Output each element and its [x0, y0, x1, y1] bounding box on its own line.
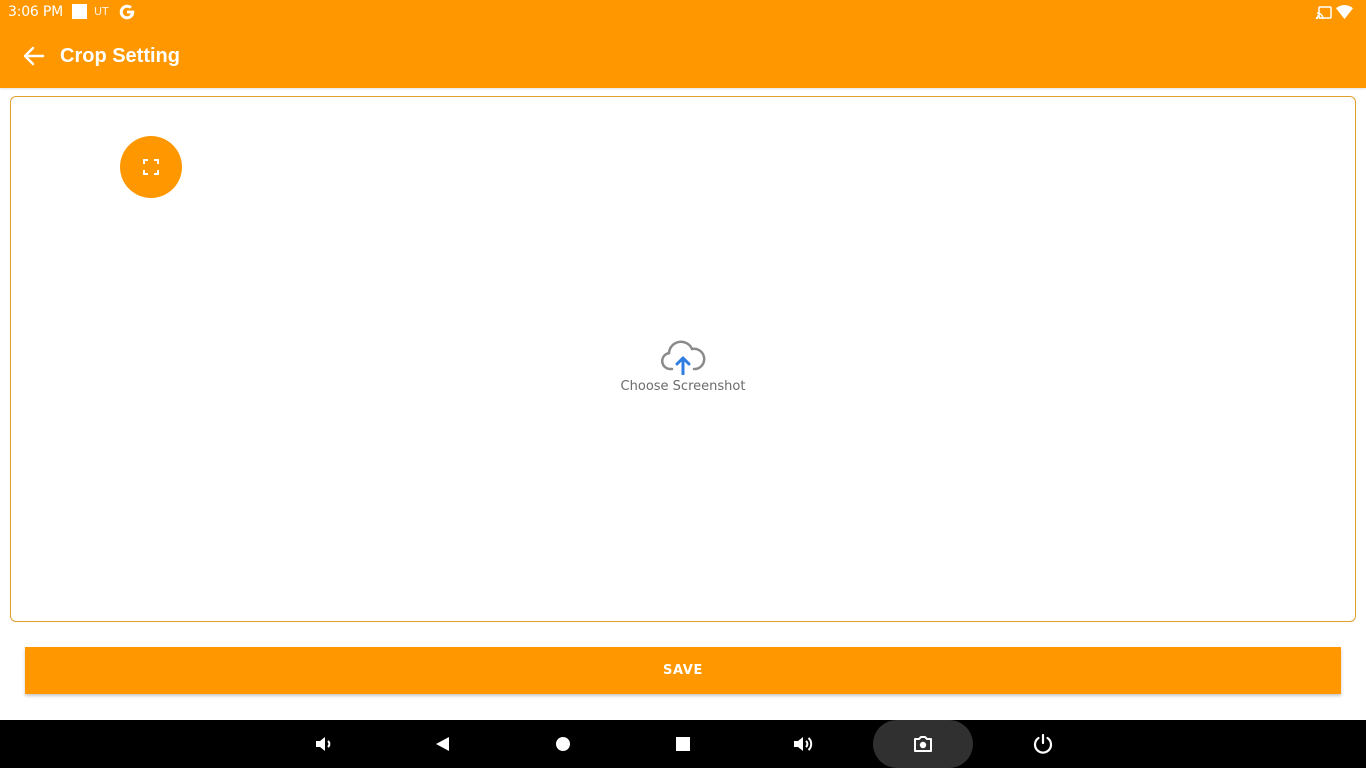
back-triangle-icon [436, 737, 449, 751]
nav-back-button[interactable] [403, 720, 483, 768]
back-button[interactable] [18, 40, 50, 72]
recents-square-icon [676, 737, 690, 751]
status-carrier-text: UT [94, 5, 109, 18]
save-button[interactable]: SAVE [25, 647, 1341, 694]
cloud-upload-icon [661, 340, 706, 375]
notification-square-icon [72, 4, 87, 19]
crop-area[interactable]: Choose Screenshot [10, 96, 1356, 622]
choose-screenshot-button[interactable]: Choose Screenshot [583, 339, 783, 399]
app-screen: 3:06 PM UT Crop Setting Choose Screensho… [0, 0, 1366, 768]
status-time: 3:06 PM [8, 4, 64, 20]
status-bar: 3:06 PM UT [0, 0, 1366, 24]
screenshot-button[interactable] [873, 720, 973, 768]
cast-icon [1316, 5, 1332, 20]
volume-up-button[interactable] [763, 720, 843, 768]
volume-down-button[interactable] [283, 720, 363, 768]
power-button[interactable] [1003, 720, 1083, 768]
volume-down-icon [316, 737, 331, 751]
volume-up-icon [794, 737, 813, 751]
wifi-icon [1336, 4, 1353, 19]
home-circle-icon [556, 737, 570, 751]
fullscreen-button[interactable] [120, 136, 182, 198]
screenshot-camera-icon [914, 736, 932, 752]
app-bar: Crop Setting [0, 24, 1366, 88]
fullscreen-icon [143, 159, 159, 175]
choose-screenshot-label: Choose Screenshot [620, 379, 746, 394]
nav-home-button[interactable] [523, 720, 603, 768]
navigation-bar [0, 720, 1366, 768]
google-g-icon [118, 3, 136, 21]
nav-recents-button[interactable] [643, 720, 723, 768]
power-icon [1033, 733, 1053, 754]
arrow-left-icon [23, 46, 45, 66]
page-title: Crop Setting [60, 45, 180, 67]
